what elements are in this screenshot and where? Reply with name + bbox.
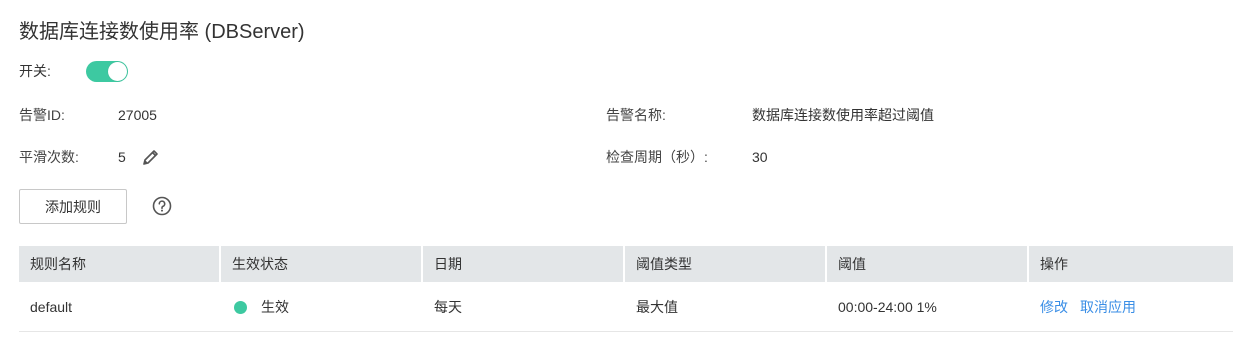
- column-header-actions: 操作: [1040, 256, 1068, 272]
- switch-row: 开关:: [19, 60, 128, 82]
- alarm-id-label: 告警ID:: [19, 107, 65, 123]
- cell-rule-name: default: [30, 299, 73, 315]
- cell-threshold-type: 最大值: [636, 299, 678, 315]
- column-header-threshold: 阈值: [827, 246, 1029, 282]
- status-text: 生效: [261, 299, 289, 315]
- cell-status: 生效: [221, 282, 423, 332]
- switch-label: 开关:: [19, 63, 51, 79]
- alarm-switch-toggle[interactable]: [86, 61, 128, 82]
- alarm-id-value: 27005: [118, 107, 157, 123]
- column-header-rule-name: 规则名称: [19, 246, 221, 282]
- column-header-status: 生效状态: [221, 246, 423, 282]
- smooth-count-value: 5: [118, 149, 126, 165]
- question-circle-icon[interactable]: [152, 196, 172, 216]
- alarm-name-label: 告警名称:: [606, 107, 666, 123]
- table-header: 规则名称 生效状态 日期 阈值类型 阈值 操作: [19, 246, 1233, 282]
- cell-threshold: 00:00-24:00 1%: [838, 299, 937, 315]
- pencil-edit-icon[interactable]: [141, 147, 161, 167]
- column-header-threshold-type: 阈值类型: [625, 246, 827, 282]
- check-period-label: 检查周期（秒）:: [606, 149, 708, 165]
- smooth-count-label: 平滑次数:: [19, 149, 79, 165]
- rules-table: 规则名称 生效状态 日期 阈值类型 阈值 操作 default 生效 每天 最大…: [19, 246, 1233, 332]
- cell-actions: 修改 取消应用: [1029, 282, 1233, 332]
- check-period-value: 30: [752, 149, 768, 165]
- add-rule-button[interactable]: 添加规则: [19, 189, 127, 224]
- status-dot-icon: [234, 300, 247, 314]
- page-title: 数据库连接数使用率 (DBServer): [19, 21, 305, 43]
- modify-link[interactable]: 修改: [1040, 297, 1068, 317]
- cell-date: 每天: [434, 299, 462, 315]
- column-header-date: 日期: [423, 246, 625, 282]
- toggle-knob: [108, 62, 127, 81]
- cancel-apply-link[interactable]: 取消应用: [1080, 297, 1136, 317]
- table-row: default 生效 每天 最大值 00:00-24:00 1% 修改 取消应用: [19, 282, 1233, 332]
- alarm-name-value: 数据库连接数使用率超过阈值: [752, 107, 934, 123]
